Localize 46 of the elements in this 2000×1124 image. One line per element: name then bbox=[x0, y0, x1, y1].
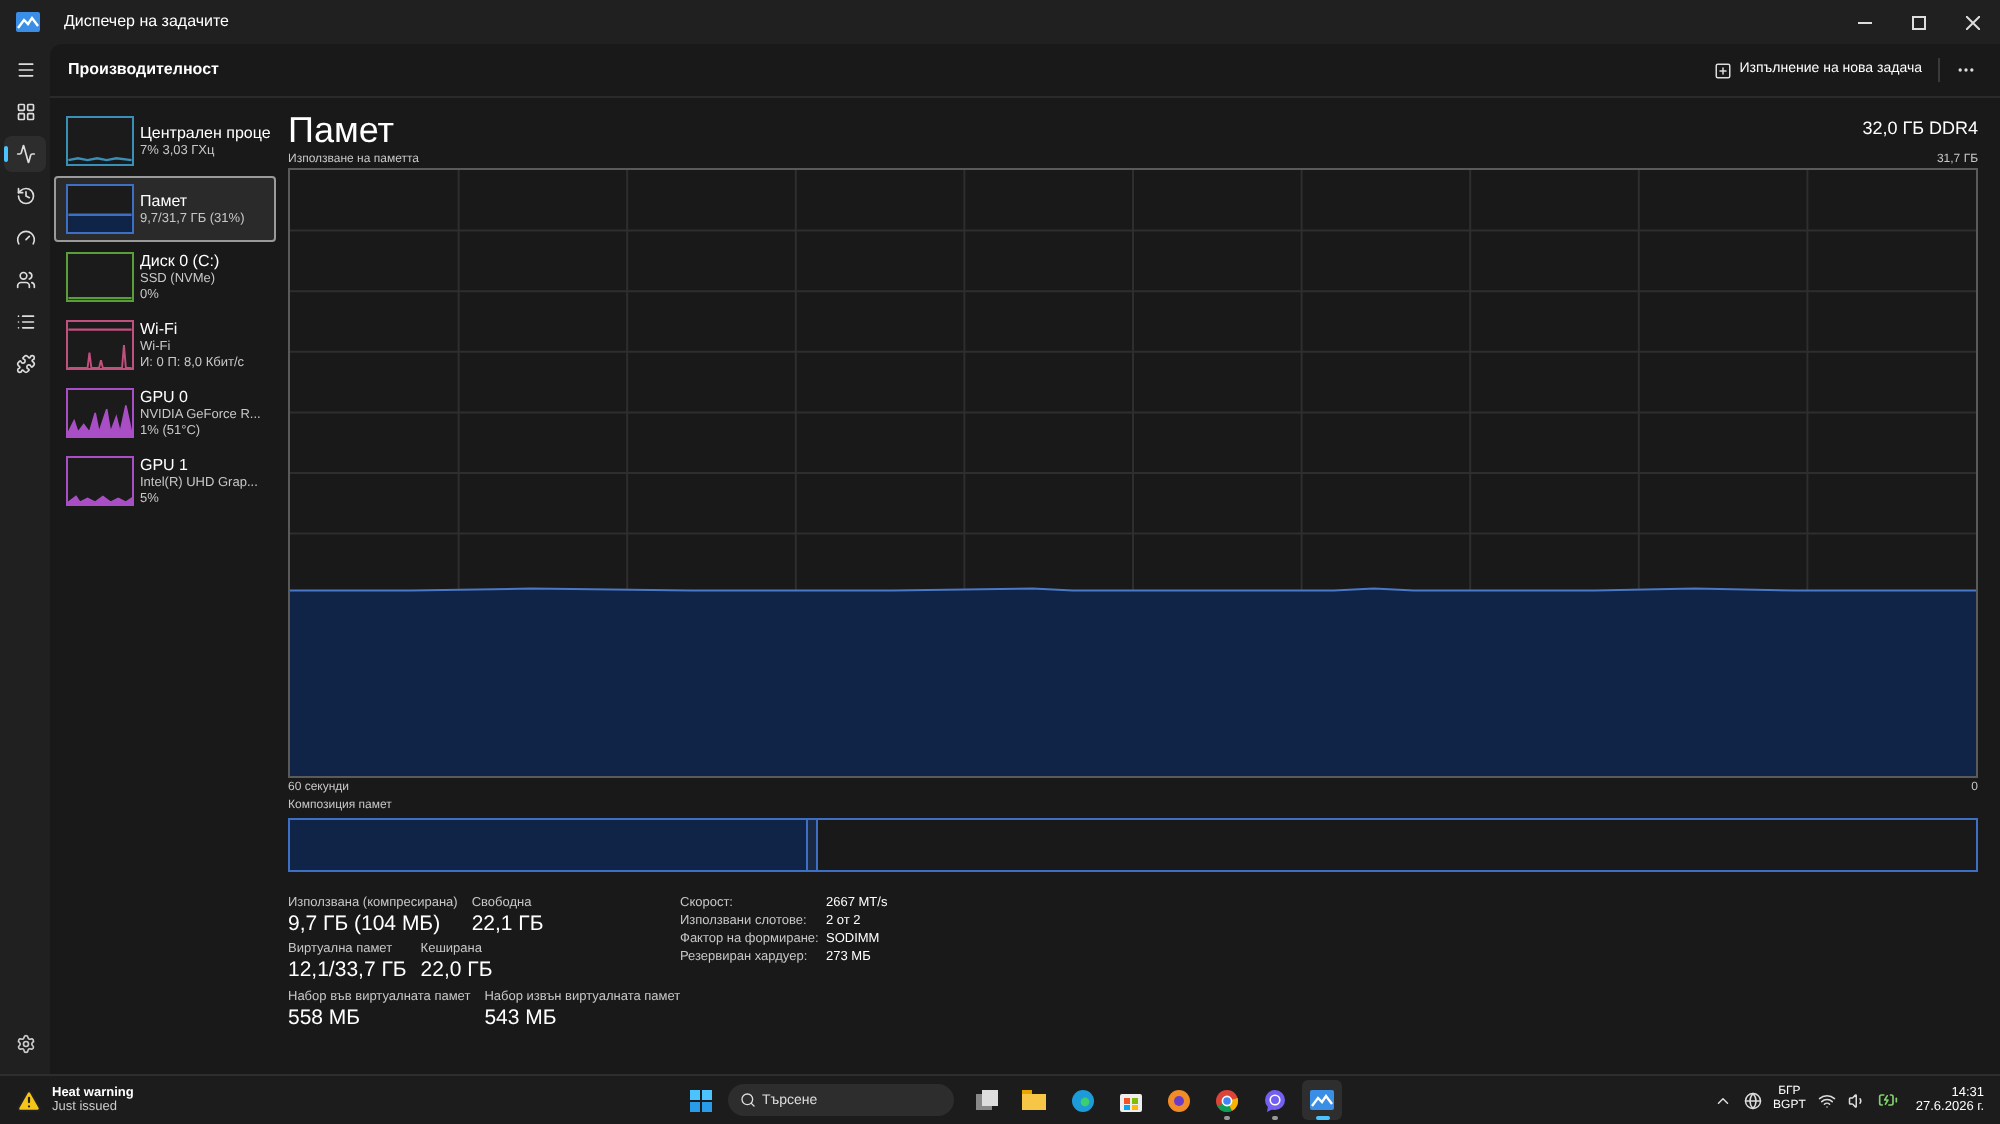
resource-name: Диск 0 (C:) bbox=[140, 252, 220, 272]
nav-button[interactable] bbox=[4, 136, 46, 172]
memory-type: 32,0 ГБ DDR4 bbox=[1862, 115, 1978, 141]
stat-value: 22,0 ГБ bbox=[420, 958, 493, 984]
store-bag-icon bbox=[1119, 1089, 1141, 1111]
activity-icon bbox=[15, 144, 35, 164]
history-icon bbox=[15, 186, 35, 206]
minimize-icon bbox=[1858, 21, 1872, 23]
stat-value: 543 МБ bbox=[484, 1005, 559, 1031]
folder-icon bbox=[1022, 1090, 1046, 1110]
chat-bubble-icon bbox=[1263, 1089, 1285, 1111]
puzzle-icon bbox=[15, 354, 35, 374]
stat-value: 22,1 ГБ bbox=[471, 911, 544, 937]
new-task-icon bbox=[1713, 61, 1732, 79]
chrome-icon bbox=[1215, 1089, 1237, 1111]
settings-icon bbox=[15, 1034, 35, 1054]
section-title: Памет bbox=[288, 108, 394, 152]
grid-icon bbox=[15, 102, 35, 122]
search-icon bbox=[740, 1092, 756, 1108]
browser-swirl-icon bbox=[1071, 1089, 1093, 1111]
app-icon bbox=[16, 12, 40, 32]
wifi-icon[interactable] bbox=[1817, 1091, 1836, 1109]
resource-name: GPU 0 bbox=[140, 388, 191, 409]
resource-name: Wi-Fi bbox=[140, 320, 180, 340]
menu-icon bbox=[15, 60, 35, 80]
speaker-icon[interactable] bbox=[1847, 1091, 1866, 1109]
close-icon bbox=[1966, 15, 1980, 29]
start-button[interactable] bbox=[684, 1084, 716, 1116]
stat-value: 558 МБ bbox=[288, 1005, 363, 1031]
resource-name: GPU 1 bbox=[140, 456, 191, 476]
maximize-icon bbox=[1912, 15, 1926, 29]
users-icon bbox=[15, 270, 35, 290]
task-manager-icon bbox=[1310, 1090, 1334, 1110]
window-title: Диспечер на задачите bbox=[64, 10, 229, 34]
resource-name: Памет bbox=[140, 191, 190, 212]
app-circle-icon bbox=[1167, 1089, 1189, 1111]
battery-icon[interactable] bbox=[1877, 1090, 1898, 1110]
task-view-icon bbox=[975, 1090, 997, 1110]
warning-icon bbox=[16, 1087, 42, 1113]
taskbar-app[interactable] bbox=[1302, 1080, 1342, 1120]
stat-value: 12,1/33,7 ГБ bbox=[288, 958, 407, 984]
page-title: Производителност bbox=[68, 58, 219, 82]
windows-logo-icon bbox=[689, 1089, 711, 1111]
gauge-icon bbox=[15, 228, 35, 248]
stat-value: 9,7 ГБ (104 МБ) bbox=[288, 911, 443, 937]
globe-icon[interactable] bbox=[1743, 1091, 1762, 1109]
